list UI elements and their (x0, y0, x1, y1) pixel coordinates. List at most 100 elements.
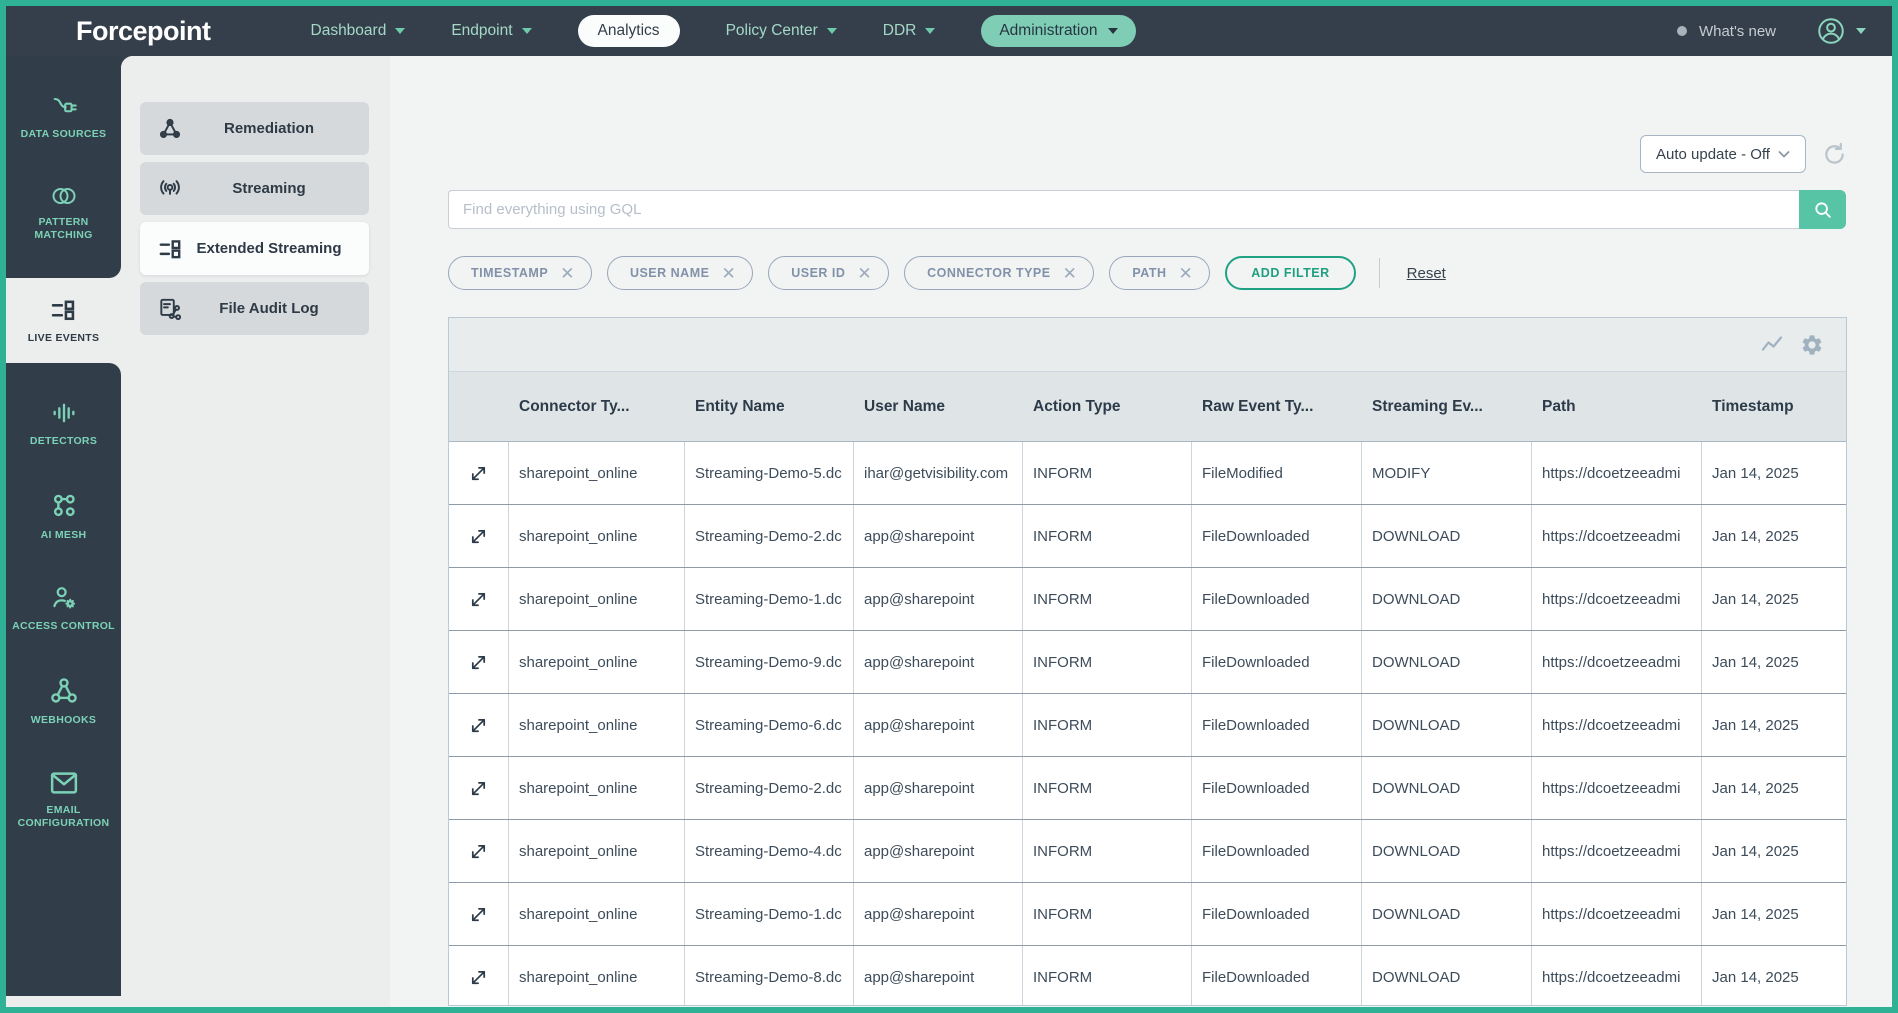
expand-row-icon[interactable] (468, 589, 489, 610)
refresh-icon[interactable] (1821, 141, 1848, 168)
cell-timestamp: Jan 14, 2025 (1702, 820, 1846, 882)
filter-chip-timestamp[interactable]: TIMESTAMP ✕ (448, 256, 592, 290)
expand-row-icon[interactable] (468, 841, 489, 862)
sidebar-item-label: DETECTORS (30, 435, 97, 449)
table-row[interactable]: sharepoint_online Streaming-Demo-4.dc ap… (449, 820, 1846, 883)
subnav-item-remediation[interactable]: Remediation (140, 102, 369, 155)
chart-view-icon[interactable] (1760, 333, 1784, 357)
search-button[interactable] (1799, 190, 1846, 229)
reset-link[interactable]: Reset (1407, 265, 1446, 282)
whats-new-link[interactable]: What's new (1677, 23, 1776, 40)
cell-connector-type: sharepoint_online (509, 946, 685, 1006)
webhook-icon (49, 676, 79, 706)
cell-timestamp: Jan 14, 2025 (1702, 883, 1846, 945)
cell-streaming-event: DOWNLOAD (1362, 631, 1532, 693)
expand-row-icon[interactable] (468, 526, 489, 547)
nav-ddr[interactable]: DDR (883, 22, 936, 40)
nav-administration[interactable]: Administration (981, 15, 1135, 47)
remove-filter-icon[interactable]: ✕ (560, 265, 575, 282)
table-row[interactable]: sharepoint_online Streaming-Demo-8.dc ap… (449, 946, 1846, 1006)
sidebar-item-webhooks[interactable]: WEBHOOKS (6, 666, 121, 738)
cell-raw-event-type: FileDownloaded (1192, 694, 1362, 756)
table-row[interactable]: sharepoint_online Streaming-Demo-5.dc ih… (449, 442, 1846, 505)
cell-path: https://dcoetzeeadmi (1532, 883, 1702, 945)
subnav-item-label: Remediation (183, 120, 355, 137)
cell-path: https://dcoetzeeadmi (1532, 442, 1702, 504)
remove-filter-icon[interactable]: ✕ (857, 265, 872, 282)
header-connector-type[interactable]: Connector Ty... (509, 372, 685, 441)
nav-endpoint[interactable]: Endpoint (451, 22, 531, 40)
sidebar-item-label: ACCESS CONTROL (12, 620, 115, 634)
sidebar-item-email-configuration[interactable]: EMAIL CONFIGURATION (6, 760, 121, 841)
sidebar-item-access-control[interactable]: ACCESS CONTROL (6, 574, 121, 644)
sidebar-item-data-sources[interactable]: DATA SOURCES (6, 82, 121, 152)
nav-policy-center[interactable]: Policy Center (726, 22, 837, 40)
table-header-row: Connector Ty... Entity Name User Name Ac… (449, 372, 1846, 442)
cell-streaming-event: DOWNLOAD (1362, 883, 1532, 945)
remove-filter-icon[interactable]: ✕ (1179, 265, 1194, 282)
header-entity-name[interactable]: Entity Name (685, 372, 854, 441)
expand-row-icon[interactable] (468, 463, 489, 484)
cell-entity-name: Streaming-Demo-2.dc (685, 757, 854, 819)
sidebar-item-detectors[interactable]: DETECTORS (6, 389, 121, 459)
cell-user-name: app@sharepoint (854, 820, 1023, 882)
cell-raw-event-type: FileDownloaded (1192, 946, 1362, 1006)
cell-path: https://dcoetzeeadmi (1532, 505, 1702, 567)
subnav-item-extended-streaming[interactable]: Extended Streaming (140, 222, 369, 275)
header-action-type[interactable]: Action Type (1023, 372, 1192, 441)
header-timestamp[interactable]: Timestamp (1702, 372, 1846, 441)
sidebar-item-label: LIVE EVENTS (28, 332, 100, 346)
cell-path: https://dcoetzeeadmi (1532, 694, 1702, 756)
remove-filter-icon[interactable]: ✕ (721, 265, 736, 282)
cell-entity-name: Streaming-Demo-2.dc (685, 505, 854, 567)
expand-row-icon[interactable] (468, 778, 489, 799)
subnav-item-file-audit-log[interactable]: File Audit Log (140, 282, 369, 335)
filter-chip-user-name[interactable]: USER NAME ✕ (607, 256, 753, 290)
subnav-item-streaming[interactable]: Streaming (140, 162, 369, 215)
table-row[interactable]: sharepoint_online Streaming-Demo-2.dc ap… (449, 505, 1846, 568)
table-row[interactable]: sharepoint_online Streaming-Demo-9.dc ap… (449, 631, 1846, 694)
main-nav: Dashboard Endpoint Analytics Policy Cent… (311, 15, 1136, 47)
nav-analytics-active[interactable]: Analytics (578, 15, 680, 47)
chevron-down-icon (395, 28, 405, 34)
chip-label: TIMESTAMP (471, 266, 548, 280)
chevron-down-icon (1776, 146, 1792, 162)
cell-user-name: app@sharepoint (854, 505, 1023, 567)
user-gear-icon (50, 584, 78, 612)
cell-connector-type: sharepoint_online (509, 568, 685, 630)
filter-chip-user-id[interactable]: USER ID ✕ (768, 256, 889, 290)
cell-action-type: INFORM (1023, 883, 1192, 945)
expand-row-icon[interactable] (468, 904, 489, 925)
table-row[interactable]: sharepoint_online Streaming-Demo-2.dc ap… (449, 757, 1846, 820)
table-row[interactable]: sharepoint_online Streaming-Demo-6.dc ap… (449, 694, 1846, 757)
sidebar-item-label: EMAIL CONFIGURATION (10, 804, 117, 831)
sidebar-item-pattern-matching[interactable]: PATTERN MATCHING (6, 174, 121, 253)
add-filter-button[interactable]: ADD FILTER (1225, 256, 1355, 290)
cell-streaming-event: DOWNLOAD (1362, 568, 1532, 630)
header-path[interactable]: Path (1532, 372, 1702, 441)
filter-chip-connector-type[interactable]: CONNECTOR TYPE ✕ (904, 256, 1094, 290)
table-row[interactable]: sharepoint_online Streaming-Demo-1.dc ap… (449, 568, 1846, 631)
gear-icon[interactable] (1800, 333, 1824, 357)
cell-connector-type: sharepoint_online (509, 505, 685, 567)
expand-row-icon[interactable] (468, 715, 489, 736)
sidebar-item-ai-mesh[interactable]: AI MESH (6, 481, 121, 553)
cell-streaming-event: DOWNLOAD (1362, 694, 1532, 756)
cell-connector-type: sharepoint_online (509, 694, 685, 756)
search-input[interactable] (448, 190, 1799, 229)
table-row[interactable]: sharepoint_online Streaming-Demo-1.dc ap… (449, 883, 1846, 946)
expand-row-icon[interactable] (468, 652, 489, 673)
auto-update-select[interactable]: Auto update - Off (1640, 135, 1806, 173)
header-user-name[interactable]: User Name (854, 372, 1023, 441)
cell-action-type: INFORM (1023, 694, 1192, 756)
user-menu[interactable] (1816, 16, 1866, 46)
sidebar-item-live-events-selected[interactable]: LIVE EVENTS (6, 278, 121, 363)
remove-filter-icon[interactable]: ✕ (1063, 265, 1078, 282)
expand-row-icon[interactable] (468, 967, 489, 988)
header-streaming-event[interactable]: Streaming Ev... (1362, 372, 1532, 441)
filter-chip-path[interactable]: PATH ✕ (1109, 256, 1210, 290)
nodes-icon (49, 491, 79, 521)
header-raw-event-type[interactable]: Raw Event Ty... (1192, 372, 1362, 441)
nav-dashboard[interactable]: Dashboard (311, 22, 406, 40)
cell-user-name: app@sharepoint (854, 568, 1023, 630)
